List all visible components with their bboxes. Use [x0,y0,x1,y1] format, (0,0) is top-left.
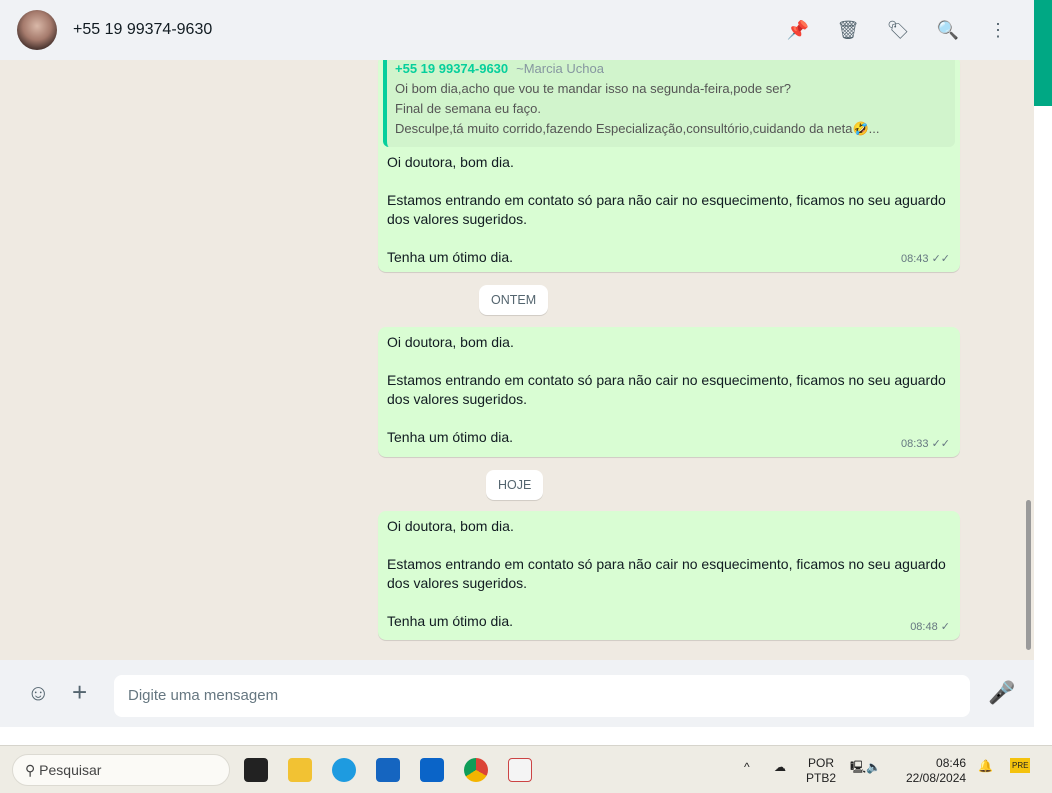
message-line [387,409,951,428]
network-volume-icon[interactable]: 🖳🔈 [850,760,881,775]
message-line: Estamos entrando em contato só para não … [387,192,950,227]
message-line: Oi doutora, bom dia. [387,154,514,170]
task-view-icon[interactable] [244,758,268,782]
quote-line: Oi bom dia,acho que vou te mandar isso n… [395,81,792,96]
search-icon: ⚲ [25,762,40,778]
avatar[interactable] [17,10,57,50]
message-bubble: Oi doutora, bom dia. Estamos entrando em… [378,511,960,640]
message-bubble: Oi doutora, bom dia. Estamos entrando em… [378,327,960,457]
outlook-icon[interactable] [420,758,444,782]
lang-line: PTB2 [806,771,837,785]
taskbar: ⚲ Pesquisar ^ ☁ POR PTB2 🖳🔈 08:46 22/08/20… [0,745,1052,793]
chat-header: +55 19 99374-9630 📌 🗑 🏷 🔍 ⋮ [0,0,1034,60]
search-icon[interactable]: 🔍 [936,18,960,42]
sent-tick-icon: ✓ [940,621,950,633]
message-time: 08:43 ✓✓ [901,250,950,269]
quote-name: ~Marcia Uchoa [516,61,604,76]
time-text: 08:43 [900,253,929,265]
date-chip: HOJE [486,470,544,500]
read-ticks-icon: ✓✓ [931,253,950,265]
quoted-message[interactable]: +55 19 99374-9630 ~Marcia Uchoa Oi bom di… [383,60,955,147]
message-input[interactable]: Digite uma mensagem [114,675,970,717]
store-icon[interactable] [376,758,400,782]
snipping-tool-icon[interactable] [508,758,532,782]
time: 08:46 [936,756,967,770]
message-line [387,229,951,248]
message-line: Tenha um ótimo dia. [387,613,514,629]
taskbar-search[interactable]: ⚲ Pesquisar [12,754,230,786]
plus-icon[interactable]: + [72,677,87,708]
pin-icon[interactable]: 📌 [786,18,810,42]
search-label: Pesquisar [39,762,102,778]
scrollbar[interactable] [1024,60,1034,660]
side-accent [1034,0,1052,106]
language-indicator[interactable]: POR PTB2 [806,756,836,786]
tray-chevron-icon[interactable]: ^ [744,760,750,775]
time-text: 08:33 [900,438,929,450]
edge-icon[interactable] [332,758,356,782]
time-text: 08:48 [910,621,938,633]
message-line [387,593,951,612]
message-line [387,352,951,371]
message-line [387,172,951,191]
lang-line: POR [808,756,835,770]
contact-name[interactable]: +55 19 99374-9630 [73,21,212,39]
notification-bell-icon[interactable]: 🔔 [978,759,993,774]
scrollbar-thumb[interactable] [1026,500,1031,650]
composer: ☺ + Digite uma mensagem 🎤 [0,660,1034,727]
quote-sender: +55 19 99374-9630 [395,61,509,76]
message-line: Estamos entrando em contato só para não … [387,372,950,407]
quote-line: Desculpe,tá muito corrido,fazendo Especi… [395,121,880,136]
message-bubble: +55 19 99374-9630 ~Marcia Uchoa Oi bom di… [378,60,960,272]
onedrive-icon[interactable]: ☁ [774,760,786,775]
message-line: Estamos entrando em contato só para não … [387,556,950,591]
message-time: 08:48 ✓ [910,618,950,637]
date: 22/08/2024 [906,771,967,785]
delete-icon[interactable]: 🗑 [836,18,860,42]
message-list: +55 19 99374-9630 ~Marcia Uchoa Oi bom di… [0,60,1034,660]
menu-icon[interactable]: ⋮ [986,18,1010,42]
clock[interactable]: 08:46 22/08/2024 [906,756,966,786]
label-icon[interactable]: 🏷 [886,18,910,42]
message-line: Tenha um ótimo dia. [387,429,514,445]
read-ticks-icon: ✓✓ [931,438,950,450]
emoji-icon[interactable]: ☺ [27,680,49,706]
quote-line: Final de semana eu faço. [395,101,541,116]
microphone-icon[interactable]: 🎤 [988,680,1015,706]
chrome-icon[interactable] [464,758,488,782]
file-explorer-icon[interactable] [288,758,312,782]
message-time: 08:33 ✓✓ [901,435,950,454]
message-line: Tenha um ótimo dia. [387,249,514,265]
message-line: Oi doutora, bom dia. [387,334,514,350]
message-line [387,536,951,555]
date-chip: ONTEM [479,285,549,315]
copilot-icon[interactable]: PRE [1010,758,1031,773]
message-line: Oi doutora, bom dia. [387,518,514,534]
